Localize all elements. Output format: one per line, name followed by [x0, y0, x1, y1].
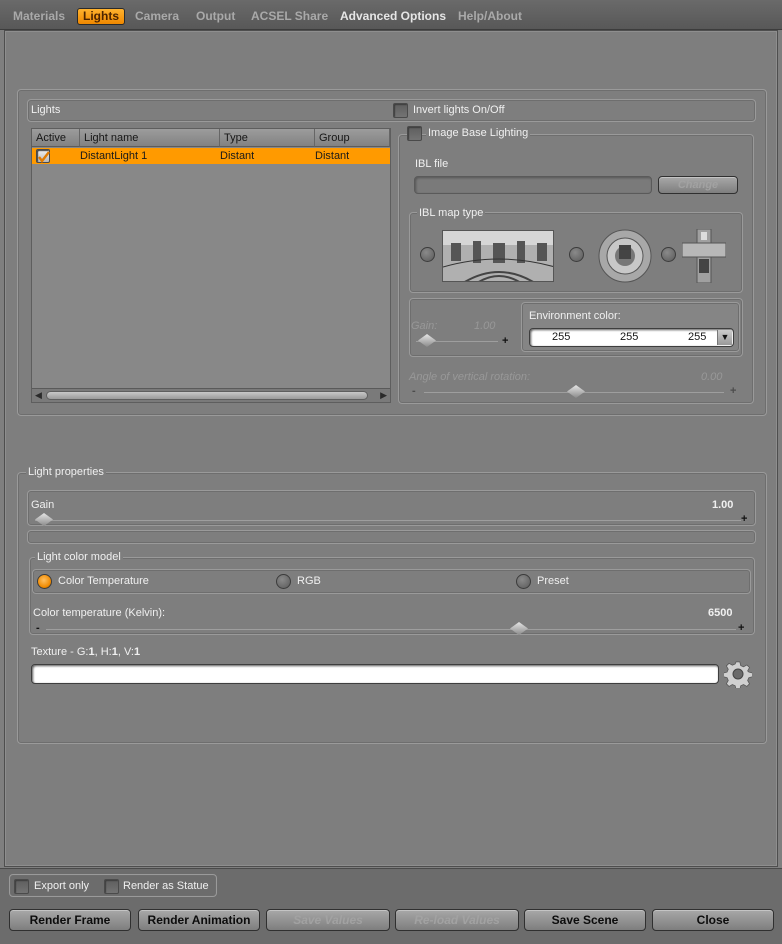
angular-map-thumbnail[interactable] — [591, 229, 659, 283]
light-color-model-label: Light color model — [35, 551, 123, 563]
latlong-map-thumbnail[interactable] — [442, 230, 554, 282]
row-active-checkbox[interactable] — [36, 149, 50, 163]
preset-radio[interactable] — [516, 574, 531, 589]
rotation-value: 0.00 — [701, 371, 723, 383]
texture-label: Texture - G:1, H:1, V:1 — [31, 646, 141, 658]
table-row[interactable]: DistantLight 1 Distant Distant — [32, 148, 390, 164]
gain-value: 1.00 — [712, 499, 734, 511]
ibl-title: Image Base Lighting — [426, 127, 531, 139]
color-temperature-label: Color temperature (Kelvin): — [33, 607, 166, 619]
export-only-label: Export only — [34, 880, 90, 892]
render-as-statue-checkbox[interactable] — [104, 879, 119, 894]
render-animation-button[interactable]: Render Animation — [138, 909, 260, 931]
color-temperature-value: 6500 — [708, 607, 733, 619]
cross-map-thumbnail[interactable] — [682, 229, 726, 283]
env-color-b: 255 — [688, 331, 707, 343]
tab-materials[interactable]: Materials — [10, 7, 68, 25]
map-type-angular-radio[interactable] — [569, 247, 584, 262]
color-dropdown-icon[interactable]: ▼ — [717, 330, 732, 345]
env-color-r: 255 — [552, 331, 571, 343]
lights-title: Lights — [31, 104, 61, 116]
tab-output[interactable]: Output — [193, 7, 238, 25]
gain-spacer-bar — [27, 530, 756, 544]
rotation-minus-icon[interactable]: - — [412, 385, 416, 397]
table-horizontal-scrollbar[interactable]: ◀ ▶ — [32, 388, 390, 402]
map-type-latlong-radio[interactable] — [420, 247, 435, 262]
tab-bar: Materials Lights Camera Output ACSEL Sha… — [0, 0, 782, 30]
scrollbar-thumb[interactable] — [46, 391, 368, 400]
light-properties-title: Light properties — [26, 466, 106, 478]
gain-plus-icon[interactable]: + — [741, 513, 747, 525]
save-scene-button[interactable]: Save Scene — [524, 909, 646, 931]
change-button[interactable]: Change — [658, 176, 738, 194]
render-as-statue-label: Render as Statue — [123, 880, 209, 892]
gear-icon[interactable] — [722, 660, 753, 690]
tab-help-about[interactable]: Help/About — [455, 7, 525, 25]
color-temperature-slider[interactable] — [46, 629, 736, 630]
tab-acsel-share[interactable]: ACSEL Share — [248, 7, 331, 25]
map-type-cross-radio[interactable] — [661, 247, 676, 262]
color-temperature-radio[interactable] — [37, 574, 52, 589]
col-group-header[interactable]: Group — [315, 129, 390, 147]
ibl-checkbox[interactable] — [407, 126, 422, 141]
lights-header-bar — [27, 99, 756, 122]
preset-option[interactable]: Preset — [537, 575, 569, 587]
ibl-file-field[interactable] — [414, 176, 652, 194]
export-only-checkbox[interactable] — [14, 879, 29, 894]
scroll-left-icon[interactable]: ◀ — [35, 389, 42, 402]
ibl-map-type-label: IBL map type — [417, 207, 486, 219]
scroll-right-icon[interactable]: ▶ — [380, 389, 387, 402]
row-light-name: DistantLight 1 — [80, 150, 148, 162]
rotation-label: Angle of vertical rotation: — [409, 371, 531, 383]
checkmark-icon — [38, 151, 50, 163]
invert-lights-label: Invert lights On/Off — [413, 104, 505, 116]
ibl-file-label: IBL file — [415, 158, 449, 170]
ibl-gain-plus-icon[interactable]: + — [502, 335, 508, 347]
environment-color-field[interactable]: 255 255 255 ▼ — [529, 328, 734, 347]
tab-lights[interactable]: Lights — [77, 8, 125, 25]
ibl-gain-value: 1.00 — [474, 320, 496, 332]
rotation-plus-icon[interactable]: + — [730, 385, 736, 397]
invert-lights-checkbox[interactable] — [393, 103, 408, 118]
color-temp-minus-icon[interactable]: - — [36, 622, 40, 634]
gain-label: Gain — [31, 499, 55, 511]
gain-slider[interactable] — [35, 520, 741, 521]
render-frame-button[interactable]: Render Frame — [9, 909, 131, 931]
rgb-option[interactable]: RGB — [297, 575, 321, 587]
color-temp-plus-icon[interactable]: + — [738, 622, 744, 634]
ibl-gain-label: Gain: — [411, 320, 438, 332]
color-temperature-option[interactable]: Color Temperature — [58, 575, 149, 587]
col-active-header[interactable]: Active — [32, 129, 80, 147]
close-button[interactable]: Close — [652, 909, 774, 931]
reload-values-button[interactable]: Re-load Values — [395, 909, 519, 931]
save-values-button[interactable]: Save Values — [266, 909, 390, 931]
environment-color-label: Environment color: — [529, 310, 621, 322]
col-type-header[interactable]: Type — [220, 129, 315, 147]
tab-advanced-options[interactable]: Advanced Options — [337, 7, 449, 25]
texture-field[interactable] — [31, 664, 719, 684]
tab-camera[interactable]: Camera — [132, 7, 182, 25]
row-type: Distant — [220, 150, 255, 162]
env-color-g: 255 — [620, 331, 639, 343]
rgb-radio[interactable] — [276, 574, 291, 589]
lights-table: Active Light name Type Group DistantLigh… — [31, 128, 391, 403]
col-light-name-header[interactable]: Light name — [80, 129, 220, 147]
row-group: Distant — [315, 150, 350, 162]
